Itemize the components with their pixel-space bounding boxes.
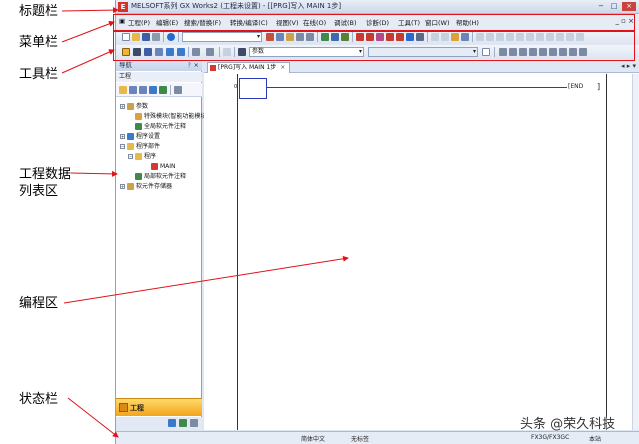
watermark: 头条 @荣久科技: [520, 417, 616, 432]
nav-toolbar: [116, 83, 202, 97]
tree-item[interactable]: + 参数: [120, 102, 148, 111]
nav-paste-icon[interactable]: [149, 86, 157, 94]
tree-item[interactable]: 全局软元件注释: [128, 122, 186, 131]
nav-subheader: 工程: [116, 72, 202, 82]
tree-expand-icon[interactable]: +: [120, 104, 125, 109]
nav-pin-close[interactable]: ᚹ ×: [188, 60, 199, 71]
end-instruction-bracket: ]: [597, 82, 601, 91]
tab-close-icon[interactable]: ×: [280, 64, 285, 71]
tree-node-icon: [135, 113, 142, 120]
editor-tab-strip: [PRG]写入 MAIN 1步 × ◂ ▸ ▾: [204, 60, 639, 73]
arrow-title-bar: [61, 7, 119, 14]
annotation-programming-area: 编程区: [19, 296, 59, 311]
tree-expand-icon[interactable]: −: [120, 144, 125, 149]
tree-expand-icon[interactable]: +: [120, 134, 125, 139]
arrow-menu-bar: [61, 20, 115, 43]
tree-node-icon: [135, 173, 142, 180]
menu-bar-highlight: [113, 14, 635, 31]
tree-item-label: 程序部件: [136, 143, 161, 150]
status-plc-type: FX3G/FX3GC: [531, 434, 570, 441]
tree-expand-icon[interactable]: +: [120, 184, 125, 189]
annotation-tool-bar: 工具栏: [19, 67, 59, 82]
tree-node-icon: [127, 103, 134, 110]
tree-item-label: 局部软元件注释: [144, 173, 187, 180]
tree-item[interactable]: MAIN: [144, 162, 176, 171]
nav-connection-icon[interactable]: [179, 419, 187, 427]
tree-node-icon: [127, 143, 134, 150]
nav-header: 导航 ᚹ ×: [116, 60, 202, 71]
nav-new-data-icon[interactable]: [119, 86, 127, 94]
tree-node-icon: [127, 133, 134, 140]
tree-item-label: 软元件存储器: [136, 183, 173, 190]
annotation-project-list-line1: 工程数据: [19, 167, 72, 182]
screenshot-stage: 标题栏 菜单栏 工具栏 工程数据 列表区 编程区 状态栏 E MELSOFT系列…: [0, 0, 639, 444]
status-label: 无标签: [351, 436, 370, 443]
nav-header-label: 导航: [119, 61, 132, 69]
tree-item[interactable]: 局部软元件注释: [128, 172, 186, 181]
window-title: MELSOFT系列 GX Works2 (工程未设置) - [[PRG]写入 M…: [131, 2, 342, 10]
tree-expand-icon[interactable]: −: [128, 154, 133, 159]
minimize-button[interactable]: −: [596, 2, 606, 11]
annotation-menu-bar: 菜单栏: [19, 35, 59, 50]
app-icon: E: [118, 2, 128, 12]
step-number: 0: [234, 84, 238, 90]
tree-item[interactable]: + 软元件存储器: [120, 182, 172, 191]
tree-item-label: 程序设置: [136, 133, 161, 140]
status-language: 简体中文: [301, 436, 326, 443]
title-bar[interactable]: E MELSOFT系列 GX Works2 (工程未设置) - [[PRG]写入…: [116, 0, 639, 14]
tree-item[interactable]: − 程序部件: [120, 142, 160, 151]
annotation-project-list-line2: 列表区: [19, 184, 59, 199]
annotation-title-bar: 标题栏: [19, 4, 59, 19]
tab-prg-main-label: [PRG]写入 MAIN 1步: [218, 64, 277, 71]
close-button[interactable]: ×: [622, 2, 636, 11]
nav-project-tab-label: 工程: [130, 404, 144, 412]
arrow-project-list: [70, 170, 118, 177]
tree-item[interactable]: 特殊模块(智能功能模块): [128, 112, 209, 121]
tree-node-icon: [135, 123, 142, 130]
nav-more-icon[interactable]: [190, 419, 198, 427]
tree-item-label: MAIN: [160, 163, 176, 170]
editor-vertical-scrollbar[interactable]: [632, 74, 639, 430]
tree-item-label: 参数: [136, 103, 149, 110]
tree-node-icon: [127, 183, 134, 190]
nav-refresh-icon[interactable]: [159, 86, 167, 94]
nav-property-icon[interactable]: [129, 86, 137, 94]
status-station: 本站: [589, 436, 602, 443]
tree-item-label: 全局软元件注释: [144, 123, 187, 130]
gx-works2-window: E MELSOFT系列 GX Works2 (工程未设置) - [[PRG]写入…: [115, 0, 639, 444]
toolbar-highlight: [113, 31, 635, 61]
left-power-rail: [237, 74, 238, 430]
ladder-rung-line: [267, 87, 567, 88]
tree-item-label: 特殊模块(智能功能模块): [144, 113, 209, 120]
tree-item[interactable]: + 程序设置: [120, 132, 160, 141]
nav-user-library-icon[interactable]: [168, 419, 176, 427]
tree-node-icon: [135, 153, 142, 160]
navigation-panel: 导航 ᚹ × 工程 + 参数 特殊模块(智能功能模块) 全局软元件注释 + 程序设置 − 程序…: [116, 60, 209, 430]
status-bar: 简体中文 无标签 FX3G/FX3GC 本站: [116, 431, 639, 444]
annotation-status-bar: 状态栏: [19, 392, 59, 407]
tab-navigation[interactable]: ◂ ▸ ▾: [621, 62, 636, 70]
nav-options-icon[interactable]: [174, 86, 182, 94]
nav-copy-icon[interactable]: [139, 86, 147, 94]
programming-area: [PRG]写入 MAIN 1步 × ◂ ▸ ▾ 0 [END ]: [204, 60, 639, 430]
arrow-tool-bar: [61, 49, 115, 74]
ladder-program-icon: [210, 65, 216, 71]
nav-bottom-bar: [116, 417, 202, 430]
project-tab-icon: [119, 403, 128, 412]
end-instruction: [END: [568, 83, 584, 90]
tree-node-icon: [151, 163, 158, 170]
arrow-status-bar: [67, 397, 119, 438]
maximize-button[interactable]: □: [609, 2, 619, 11]
tree-item-label: 程序: [144, 153, 157, 160]
nav-project-tab[interactable]: 工程: [116, 398, 202, 416]
right-power-rail: [606, 74, 607, 430]
ladder-cursor[interactable]: [239, 78, 267, 99]
tree-item[interactable]: − 程序: [128, 152, 156, 161]
tab-prg-main[interactable]: [PRG]写入 MAIN 1步 ×: [207, 62, 291, 73]
